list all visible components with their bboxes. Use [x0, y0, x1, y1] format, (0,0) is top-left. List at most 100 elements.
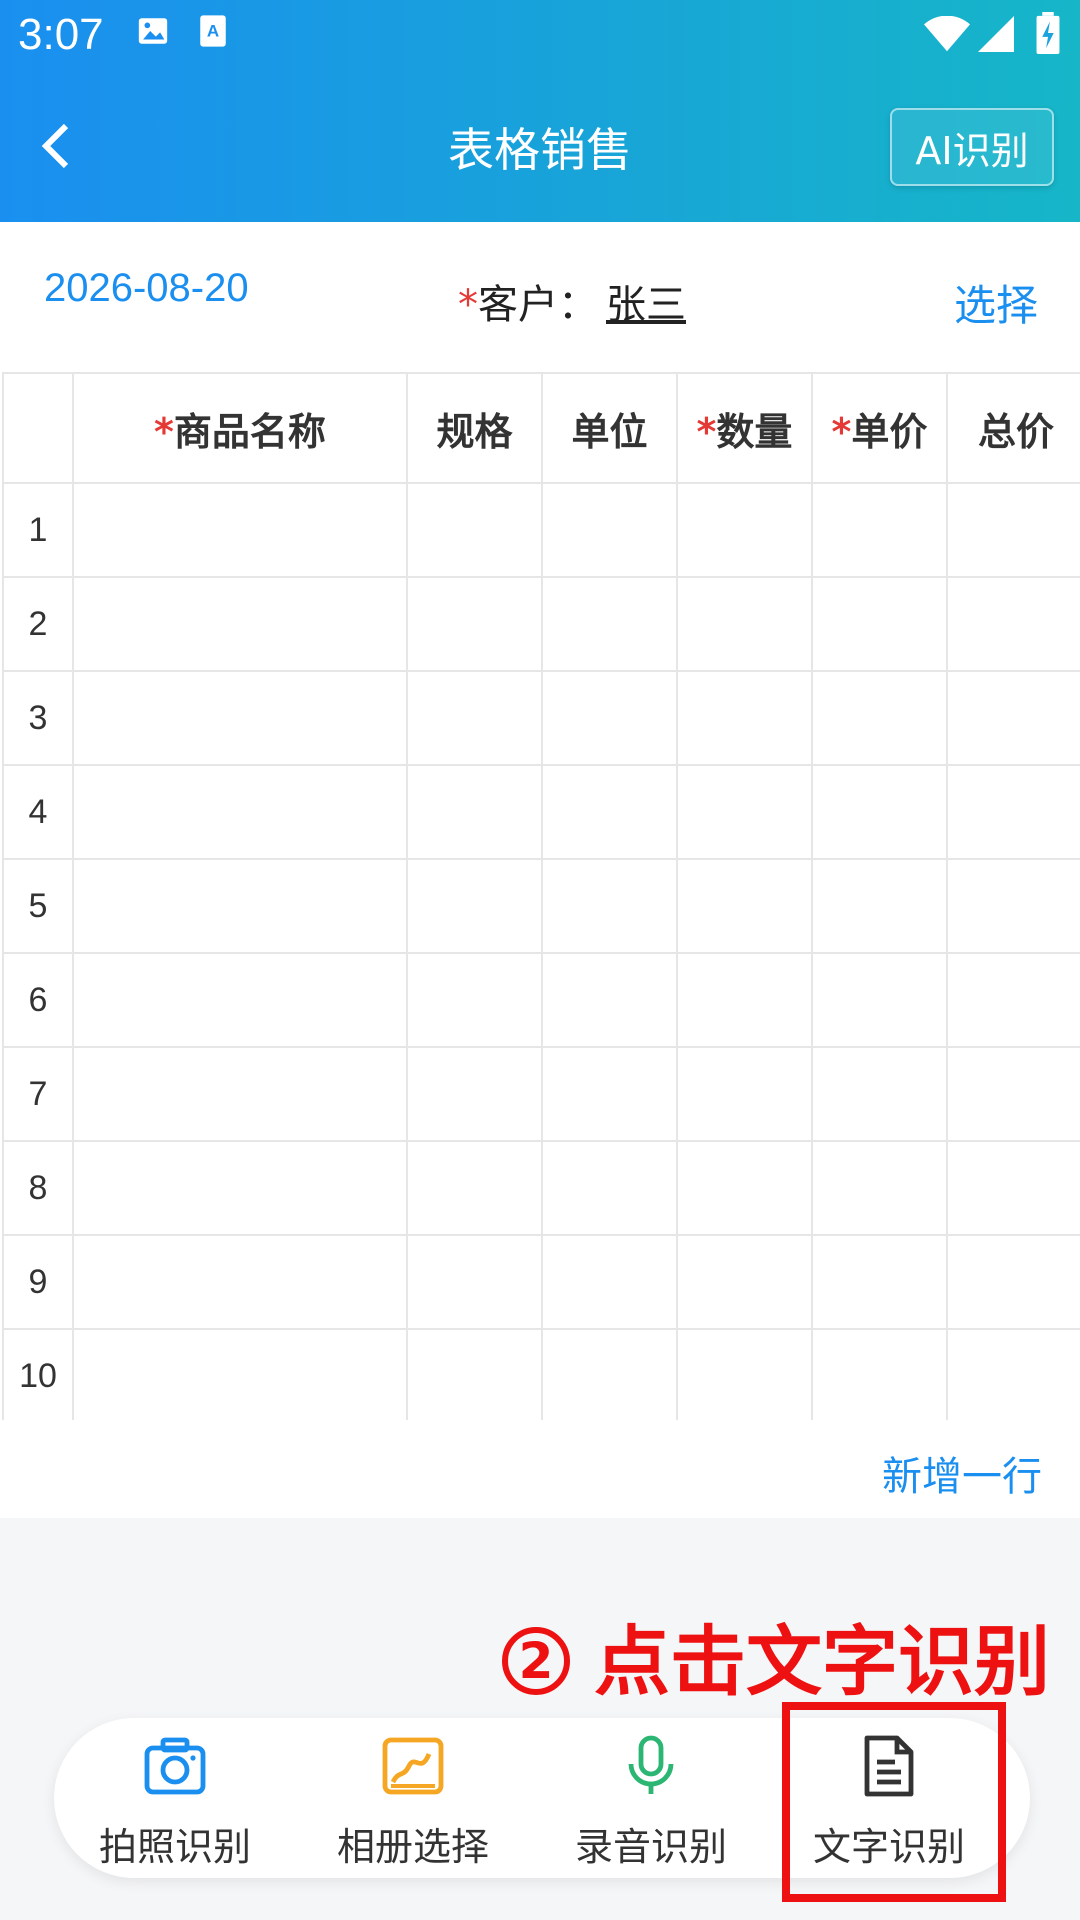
table-cell[interactable]: [541, 1234, 678, 1330]
table-cell[interactable]: [72, 482, 408, 578]
column-label: 单位: [571, 409, 648, 454]
action-label: 相册选择: [336, 1825, 489, 1869]
table-cell[interactable]: [946, 670, 1080, 766]
table-cell[interactable]: [676, 1234, 813, 1330]
table-cell[interactable]: [811, 576, 948, 672]
column-header: *商品名称: [72, 372, 408, 484]
table-cell[interactable]: [541, 576, 678, 672]
instruction-annotation: 2 点击文字识别: [502, 1600, 1050, 1710]
choose-customer-button[interactable]: 选择: [954, 272, 1038, 333]
table-cell[interactable]: [676, 1140, 813, 1236]
table-cell[interactable]: [541, 1140, 678, 1236]
table-cell[interactable]: [676, 1328, 813, 1424]
table-cell[interactable]: [72, 1234, 408, 1330]
table-cell[interactable]: [406, 858, 543, 954]
table-cell[interactable]: [811, 482, 948, 578]
column-header: *单价: [811, 372, 948, 484]
table-cell[interactable]: [676, 670, 813, 766]
add-row-button[interactable]: 新增一行: [882, 1444, 1042, 1502]
column-header: *数量: [676, 372, 813, 484]
gallery-notification-icon: [136, 14, 170, 52]
table-cell[interactable]: [541, 858, 678, 954]
table-cell[interactable]: [676, 576, 813, 672]
table-cell[interactable]: [72, 1046, 408, 1142]
table-cell[interactable]: [406, 670, 543, 766]
album-select-button[interactable]: 相册选择: [294, 1718, 532, 1878]
row-index: 7: [2, 1046, 74, 1142]
required-mark: *: [696, 409, 717, 454]
photo-recognition-button[interactable]: 拍照识别: [56, 1718, 294, 1878]
table-cell[interactable]: [541, 1328, 678, 1424]
table-cell[interactable]: [811, 670, 948, 766]
table-cell[interactable]: [811, 1046, 948, 1142]
row-index: 5: [2, 858, 74, 954]
row-index: 1: [2, 482, 74, 578]
table-cell[interactable]: [676, 1046, 813, 1142]
table-row: 5: [2, 858, 1080, 954]
table-cell[interactable]: [946, 482, 1080, 578]
add-row-area: 新增一行: [0, 1420, 1080, 1518]
table-cell[interactable]: [72, 858, 408, 954]
order-date[interactable]: 2026-08-20: [44, 266, 249, 311]
table-cell[interactable]: [541, 952, 678, 1048]
row-index: 6: [2, 952, 74, 1048]
row-index: 2: [2, 576, 74, 672]
highlight-box: [782, 1702, 1006, 1902]
translate-notification-icon: A: [198, 14, 228, 52]
table-cell[interactable]: [406, 1328, 543, 1424]
ai-recognition-button[interactable]: AI识别: [890, 108, 1054, 186]
table-cell[interactable]: [676, 764, 813, 860]
table-cell[interactable]: [406, 1140, 543, 1236]
app-header: 3:07 A 表格销售 AI识别: [0, 0, 1080, 222]
table-cell[interactable]: [406, 1234, 543, 1330]
table-cell[interactable]: [72, 576, 408, 672]
table-cell[interactable]: [406, 764, 543, 860]
table-cell[interactable]: [946, 1046, 1080, 1142]
table-cell[interactable]: [946, 858, 1080, 954]
table-cell[interactable]: [946, 1140, 1080, 1236]
required-mark: *: [831, 409, 852, 454]
table-cell[interactable]: [72, 670, 408, 766]
table-cell[interactable]: [72, 1140, 408, 1236]
table-row: 9: [2, 1234, 1080, 1330]
toolbar: 表格销售 AI识别: [0, 96, 1080, 196]
table-cell[interactable]: [72, 764, 408, 860]
column-label: 规格: [436, 409, 513, 454]
table-cell[interactable]: [946, 764, 1080, 860]
table-cell[interactable]: [72, 952, 408, 1048]
index-header: [2, 372, 74, 484]
customer-name[interactable]: 张三: [606, 282, 686, 328]
table-cell[interactable]: [811, 858, 948, 954]
table-cell[interactable]: [541, 764, 678, 860]
table-cell[interactable]: [946, 952, 1080, 1048]
table-cell[interactable]: [811, 1140, 948, 1236]
voice-recognition-button[interactable]: 录音识别: [532, 1718, 770, 1878]
table-cell[interactable]: [811, 764, 948, 860]
table-cell[interactable]: [946, 1234, 1080, 1330]
table-cell[interactable]: [811, 1328, 948, 1424]
required-mark: *: [154, 409, 174, 454]
table-cell[interactable]: [406, 1046, 543, 1142]
row-index: 4: [2, 764, 74, 860]
table-cell[interactable]: [676, 952, 813, 1048]
table-cell[interactable]: [541, 482, 678, 578]
table-cell[interactable]: [676, 858, 813, 954]
table-cell[interactable]: [541, 670, 678, 766]
battery-icon: [1036, 12, 1060, 58]
table-cell[interactable]: [946, 576, 1080, 672]
table-cell[interactable]: [676, 482, 813, 578]
table-cell[interactable]: [811, 952, 948, 1048]
table-cell[interactable]: [541, 1046, 678, 1142]
order-info-row: 2026-08-20 *客户： 张三 选择: [0, 222, 1080, 372]
status-time: 3:07: [18, 10, 104, 59]
table-cell[interactable]: [406, 952, 543, 1048]
table-row: 6: [2, 952, 1080, 1048]
column-header: 单位: [541, 372, 678, 484]
sales-table: *商品名称 规格 单位 *数量 *单价 总价 1 2 3 4 5 6 7 8 9 10: [0, 372, 1080, 1424]
table-cell[interactable]: [946, 1328, 1080, 1424]
table-cell[interactable]: [406, 576, 543, 672]
table-cell[interactable]: [406, 482, 543, 578]
table-cell[interactable]: [811, 1234, 948, 1330]
instruction-text: 点击文字识别: [594, 1617, 1050, 1706]
table-cell[interactable]: [72, 1328, 408, 1424]
